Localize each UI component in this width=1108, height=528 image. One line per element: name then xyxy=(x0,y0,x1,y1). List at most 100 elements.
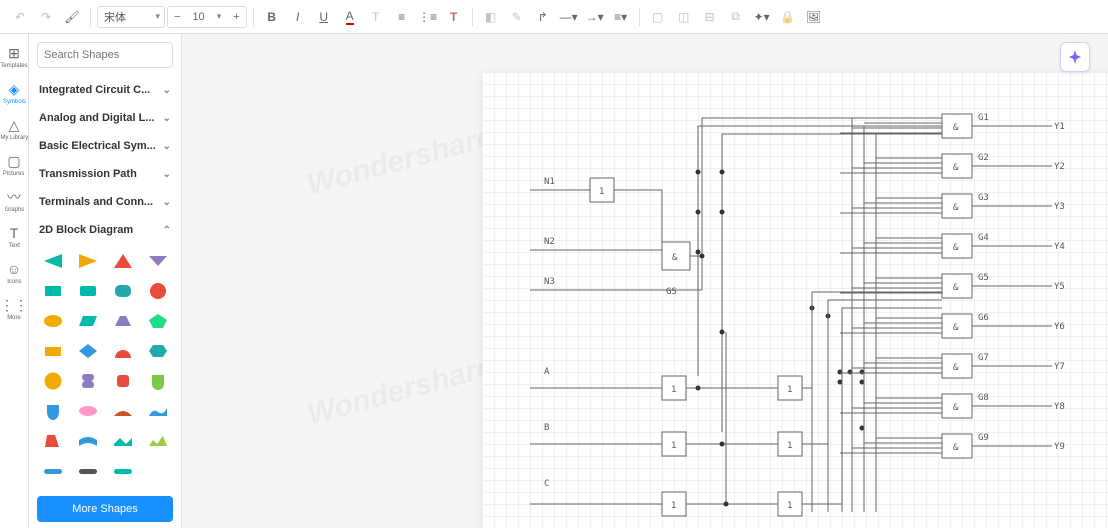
shape-item[interactable] xyxy=(37,248,68,274)
shape-item[interactable] xyxy=(37,338,68,364)
svg-text:&: & xyxy=(953,123,959,133)
shape-item[interactable] xyxy=(72,308,103,334)
connector-button[interactable]: ↱ xyxy=(531,5,555,29)
svg-text:GS: GS xyxy=(666,287,677,297)
shape-item[interactable] xyxy=(72,278,103,304)
format-painter-button[interactable]: 🖌 xyxy=(60,5,84,29)
underline-button[interactable]: U xyxy=(312,5,336,29)
shape-item[interactable] xyxy=(107,338,138,364)
shape-item[interactable] xyxy=(142,398,173,424)
nav-templates[interactable]: ⊞Templates xyxy=(1,42,28,72)
chevron-up-icon: ⌃ xyxy=(163,225,171,236)
svg-text:Y5: Y5 xyxy=(1054,282,1065,292)
shape-item[interactable] xyxy=(107,278,138,304)
category-terminals-conn[interactable]: Terminals and Conn...⌄ xyxy=(35,188,175,216)
shape-item[interactable] xyxy=(142,368,173,394)
list-button[interactable]: ⋮≡ xyxy=(416,5,440,29)
shape-item[interactable] xyxy=(107,368,138,394)
ai-assist-button[interactable] xyxy=(1060,42,1090,72)
font-family-select[interactable]: 宋体 xyxy=(97,6,165,28)
shape-item[interactable] xyxy=(37,398,68,424)
category-transmission-path[interactable]: Transmission Path⌄ xyxy=(35,160,175,188)
align-button[interactable]: ≡ xyxy=(390,5,414,29)
shape-item[interactable] xyxy=(37,428,68,454)
text-icon: T xyxy=(10,225,19,241)
shape-item[interactable] xyxy=(72,458,103,484)
svg-text:&: & xyxy=(953,443,959,453)
fill-button[interactable]: ◧ xyxy=(479,5,503,29)
nav-graphs[interactable]: 〰Graphs xyxy=(1,186,28,216)
nav-my-library[interactable]: △My Library xyxy=(1,114,28,144)
line-weight-button[interactable]: ≡▾ xyxy=(609,5,633,29)
shape-item[interactable] xyxy=(72,428,103,454)
shape-item[interactable] xyxy=(72,368,103,394)
nav-icons[interactable]: ☺Icons xyxy=(1,258,28,288)
shape1-button[interactable]: ▢ xyxy=(646,5,670,29)
font-size-stepper[interactable]: − 10 ▾ + xyxy=(167,6,247,28)
more-shapes-button[interactable]: More Shapes xyxy=(37,496,173,522)
line-style-button[interactable]: —▾ xyxy=(557,5,581,29)
svg-text:G7: G7 xyxy=(978,353,989,363)
shape-item[interactable] xyxy=(72,338,103,364)
shape2-button[interactable]: ◫ xyxy=(672,5,696,29)
italic-button[interactable]: I xyxy=(286,5,310,29)
category-basic-electrical[interactable]: Basic Electrical Sym...⌄ xyxy=(35,132,175,160)
arrow-style-button[interactable]: →▾ xyxy=(583,5,607,29)
shape-item[interactable] xyxy=(142,428,173,454)
bold-button[interactable]: B xyxy=(260,5,284,29)
svg-text:C: C xyxy=(544,479,549,489)
image-button[interactable]: 🖼 xyxy=(802,5,826,29)
svg-text:N1: N1 xyxy=(544,177,555,187)
shape-item[interactable] xyxy=(72,248,103,274)
graphs-icon: 〰 xyxy=(7,189,21,205)
category-2d-block-diagram[interactable]: 2D Block Diagram⌃ xyxy=(35,216,175,244)
shape-item[interactable] xyxy=(142,308,173,334)
align-obj-button[interactable]: ⊟ xyxy=(698,5,722,29)
font-color-button[interactable]: A xyxy=(338,5,362,29)
svg-text:&: & xyxy=(953,403,959,413)
shape-item[interactable] xyxy=(107,428,138,454)
group-button[interactable]: ⧉ xyxy=(724,5,748,29)
shape-item[interactable] xyxy=(37,308,68,334)
pen-button[interactable]: ✎ xyxy=(505,5,529,29)
svg-text:G1: G1 xyxy=(978,113,989,123)
category-integrated-circuit[interactable]: Integrated Circuit C...⌄ xyxy=(35,76,175,104)
svg-text:G6: G6 xyxy=(978,313,989,323)
undo-button[interactable]: ↶ xyxy=(8,5,32,29)
text-tool-button[interactable]: T xyxy=(364,5,388,29)
nav-more[interactable]: ⋮⋮More xyxy=(1,294,28,324)
text-style-button[interactable]: T xyxy=(442,5,466,29)
shape-item[interactable] xyxy=(72,398,103,424)
shape-item[interactable] xyxy=(107,248,138,274)
svg-text:N3: N3 xyxy=(544,277,555,287)
search-shapes-input[interactable]: ⌕ xyxy=(37,42,173,68)
svg-text:1: 1 xyxy=(671,385,676,395)
chevron-down-icon: ⌄ xyxy=(163,197,171,208)
shape-item[interactable] xyxy=(142,338,173,364)
sparkle-icon xyxy=(1067,49,1083,65)
diagram-page[interactable]: N1 1 N2 N3 & GS A xyxy=(482,72,1108,528)
canvas-area[interactable]: Wondershare EdrawMax Wondershare EdrawMa… xyxy=(182,34,1108,528)
svg-text:&: & xyxy=(953,243,959,253)
nav-text[interactable]: TText xyxy=(1,222,28,252)
shape-item[interactable] xyxy=(107,398,138,424)
lock-button[interactable]: 🔒 xyxy=(776,5,800,29)
decrease-size-button[interactable]: − xyxy=(168,11,186,23)
more-icon: ⋮⋮ xyxy=(0,297,28,313)
nav-symbols[interactable]: ◈Symbols xyxy=(1,78,28,108)
shape-item[interactable] xyxy=(142,278,173,304)
category-analog-digital[interactable]: Analog and Digital L...⌄ xyxy=(35,104,175,132)
svg-text:Y4: Y4 xyxy=(1054,242,1065,252)
shape-item[interactable] xyxy=(37,458,68,484)
redo-button[interactable]: ↷ xyxy=(34,5,58,29)
left-nav-rail: ⊞Templates ◈Symbols △My Library ▢Picture… xyxy=(0,34,29,528)
shape-item[interactable] xyxy=(107,308,138,334)
shape-item[interactable] xyxy=(37,278,68,304)
effects-button[interactable]: ✦▾ xyxy=(750,5,774,29)
shape-item[interactable] xyxy=(37,368,68,394)
increase-size-button[interactable]: + xyxy=(227,11,245,23)
circuit-diagram[interactable]: N1 1 N2 N3 & GS A xyxy=(482,72,1108,528)
shape-item[interactable] xyxy=(107,458,138,484)
nav-pictures[interactable]: ▢Pictures xyxy=(1,150,28,180)
shape-item[interactable] xyxy=(142,248,173,274)
